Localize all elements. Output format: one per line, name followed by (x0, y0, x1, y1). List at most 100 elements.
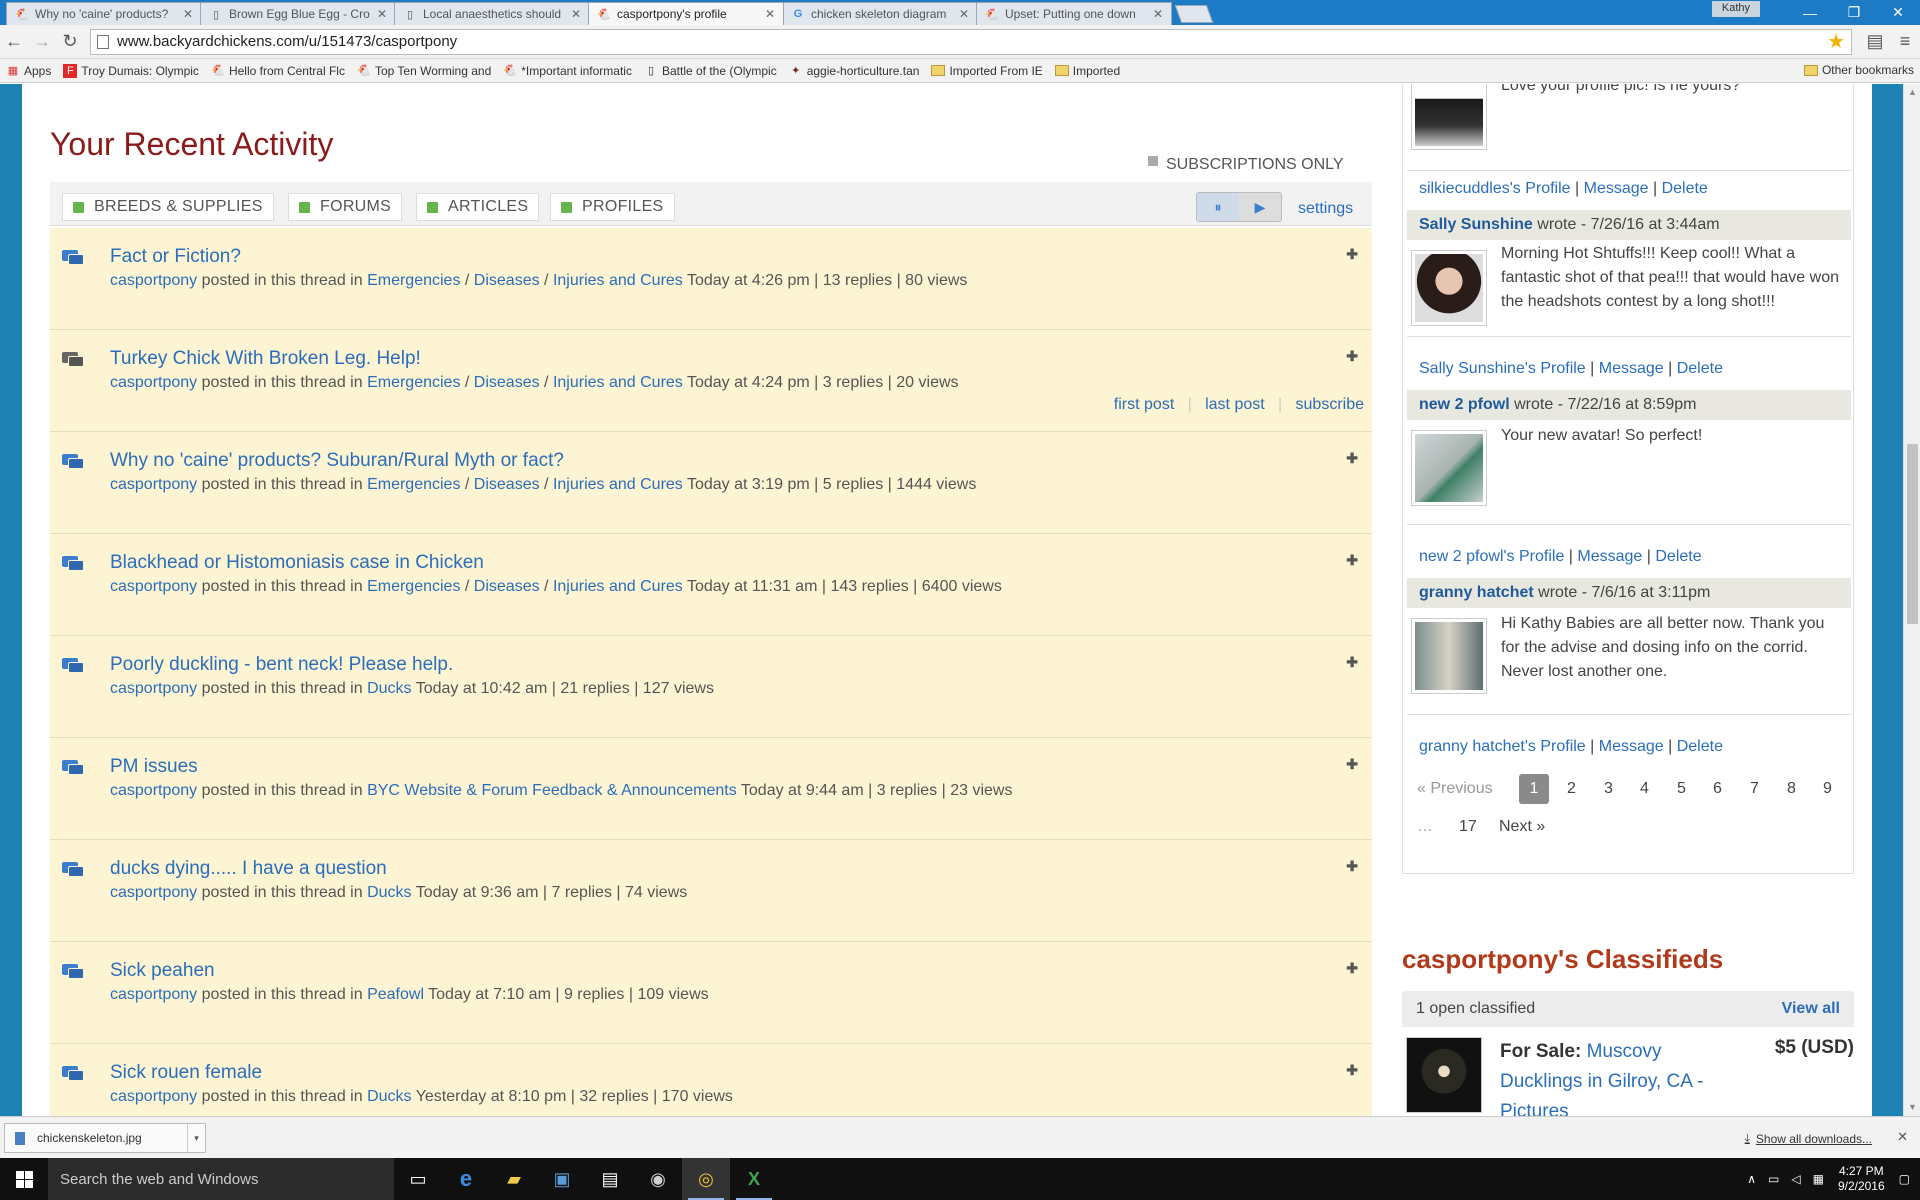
profile-link[interactable]: new 2 pfowl's Profile (1419, 548, 1564, 565)
pager-page[interactable]: 6 (1713, 780, 1722, 798)
expand-plus-icon[interactable]: ✚ (1346, 858, 1358, 875)
forward-arrow-icon[interactable]: → (28, 28, 56, 56)
file-explorer-icon[interactable]: ▰ (490, 1158, 538, 1200)
expand-plus-icon[interactable]: ✚ (1346, 756, 1358, 773)
store-icon[interactable]: ▣ (538, 1158, 586, 1200)
expand-plus-icon[interactable]: ✚ (1346, 450, 1358, 467)
category-link[interactable]: Ducks (367, 1088, 411, 1105)
thread-title-link[interactable]: Why no 'caine' products? Suburan/Rural M… (110, 450, 564, 472)
task-view-icon[interactable]: ▭ (394, 1158, 442, 1200)
category-link[interactable]: Injuries and Cures (553, 476, 683, 493)
chrome-icon[interactable]: ◎ (682, 1158, 730, 1200)
volume-icon[interactable]: ◁ (1791, 1172, 1800, 1186)
filter-breeds-supplies[interactable]: BREEDS & SUPPLIES (62, 193, 274, 221)
thread-user-link[interactable]: casportpony (110, 782, 197, 799)
keyboard-icon[interactable]: ▦ (1813, 1172, 1824, 1186)
start-button[interactable] (0, 1158, 48, 1200)
bookmark-item[interactable]: ✦ aggie-horticulture.tan (789, 64, 919, 78)
delete-link[interactable]: Delete (1662, 180, 1708, 197)
bookmark-item[interactable]: 🐔 Top Ten Worming and (357, 64, 491, 78)
commenter-avatar[interactable] (1411, 250, 1487, 326)
close-icon[interactable]: ✕ (959, 7, 969, 21)
message-link[interactable]: Message (1584, 180, 1649, 197)
pager-page-current[interactable]: 1 (1519, 774, 1549, 804)
thread-title-link[interactable]: PM issues (110, 756, 198, 778)
delete-link[interactable]: Delete (1677, 360, 1723, 377)
new-tab-button[interactable] (1174, 5, 1214, 23)
expand-plus-icon[interactable]: ✚ (1346, 552, 1358, 569)
comment-author-link[interactable]: Sally Sunshine (1419, 216, 1533, 233)
bookmark-folder[interactable]: Imported (1054, 64, 1120, 78)
message-link[interactable]: Message (1599, 360, 1664, 377)
terminal-icon[interactable]: ▤ (586, 1158, 634, 1200)
thread-user-link[interactable]: casportpony (110, 680, 197, 697)
close-window-icon[interactable]: ✕ (1876, 0, 1920, 25)
thread-title-link[interactable]: Blackhead or Histomoniasis case in Chick… (110, 552, 484, 574)
category-link[interactable]: Emergencies (367, 476, 460, 493)
thread-user-link[interactable]: casportpony (110, 374, 197, 391)
close-icon[interactable]: ✕ (571, 7, 581, 21)
bookmark-item[interactable]: F Troy Dumais: Olympic (63, 63, 199, 78)
subscriptions-only-toggle[interactable]: SUBSCRIPTIONS ONLY (1148, 156, 1344, 174)
excel-icon[interactable]: X (730, 1158, 778, 1200)
taskbar-search-box[interactable]: Search the web and Windows (48, 1158, 394, 1200)
subscribe-link[interactable]: subscribe (1296, 396, 1364, 413)
pager-page[interactable]: 3 (1604, 780, 1613, 798)
checkbox-icon[interactable] (1148, 156, 1158, 166)
thread-title-link[interactable]: Sick rouen female (110, 1062, 262, 1084)
thread-user-link[interactable]: casportpony (110, 476, 197, 493)
category-link[interactable]: Ducks (367, 884, 411, 901)
expand-plus-icon[interactable]: ✚ (1346, 348, 1358, 365)
browser-tab[interactable]: Gchicken skeleton diagram ✕ (782, 2, 978, 25)
thread-title-link[interactable]: Sick peahen (110, 960, 215, 982)
pager-next[interactable]: Next » (1499, 818, 1545, 836)
category-link[interactable]: Peafowl (367, 986, 424, 1003)
minimize-icon[interactable]: — (1788, 0, 1832, 25)
back-arrow-icon[interactable]: ← (0, 28, 28, 56)
thread-user-link[interactable]: casportpony (110, 986, 197, 1003)
commenter-avatar[interactable] (1411, 84, 1487, 150)
profile-name-chip[interactable]: Kathy (1711, 1, 1760, 17)
close-icon[interactable]: ✕ (183, 7, 193, 21)
category-link[interactable]: Ducks (367, 680, 411, 697)
first-post-link[interactable]: first post (1114, 396, 1174, 413)
browser-tab-active[interactable]: 🐔 casportpony's profile ✕ (588, 2, 784, 25)
thread-title-link[interactable]: Poorly duckling - bent neck! Please help… (110, 654, 453, 676)
bookmark-folder[interactable]: Imported From IE (931, 64, 1043, 78)
settings-link[interactable]: settings (1298, 200, 1353, 218)
close-icon[interactable]: ✕ (765, 7, 775, 21)
scrollbar-thumb[interactable] (1907, 444, 1918, 624)
taskbar-clock[interactable]: 4:27 PM 9/2/2016 (1838, 1164, 1885, 1194)
scroll-up-icon[interactable]: ▲ (1904, 84, 1920, 101)
reload-icon[interactable]: ↻ (56, 28, 84, 56)
pager-page[interactable]: 4 (1640, 780, 1649, 798)
classified-thumbnail[interactable] (1406, 1037, 1482, 1113)
last-post-link[interactable]: last post (1205, 396, 1265, 413)
comment-author-link[interactable]: granny hatchet (1419, 584, 1534, 601)
thread-user-link[interactable]: casportpony (110, 272, 197, 289)
category-link[interactable]: Emergencies (367, 272, 460, 289)
profile-link[interactable]: Sally Sunshine's Profile (1419, 360, 1586, 377)
thread-user-link[interactable]: casportpony (110, 1088, 197, 1105)
chevron-down-icon[interactable]: ▾ (187, 1124, 205, 1152)
expand-plus-icon[interactable]: ✚ (1346, 654, 1358, 671)
download-item[interactable]: chickenskeleton.jpg ▾ (4, 1123, 206, 1153)
category-link[interactable]: Injuries and Cures (553, 578, 683, 595)
network-icon[interactable]: ▭ (1768, 1172, 1779, 1186)
browser-tab[interactable]: ▯ Local anaesthetics should ✕ (394, 2, 590, 25)
restore-icon[interactable]: ❐ (1832, 0, 1876, 25)
delete-link[interactable]: Delete (1677, 738, 1723, 755)
pager-page[interactable]: 9 (1823, 780, 1832, 798)
thread-title-link[interactable]: Fact or Fiction? (110, 246, 241, 268)
pager-previous[interactable]: « Previous (1417, 780, 1493, 798)
filter-forums[interactable]: FORUMS (288, 193, 403, 221)
close-icon[interactable]: ✕ (377, 7, 387, 21)
commenter-avatar[interactable] (1411, 618, 1487, 694)
pager-page[interactable]: 17 (1459, 818, 1477, 836)
pager-page[interactable]: 8 (1787, 780, 1796, 798)
view-all-link[interactable]: View all (1782, 1000, 1840, 1018)
thread-title-link[interactable]: Turkey Chick With Broken Leg. Help! (110, 348, 421, 370)
chevron-up-icon[interactable]: ∧ (1747, 1172, 1756, 1186)
scroll-down-icon[interactable]: ▼ (1904, 1099, 1920, 1116)
close-icon[interactable]: ✕ (1897, 1129, 1908, 1145)
